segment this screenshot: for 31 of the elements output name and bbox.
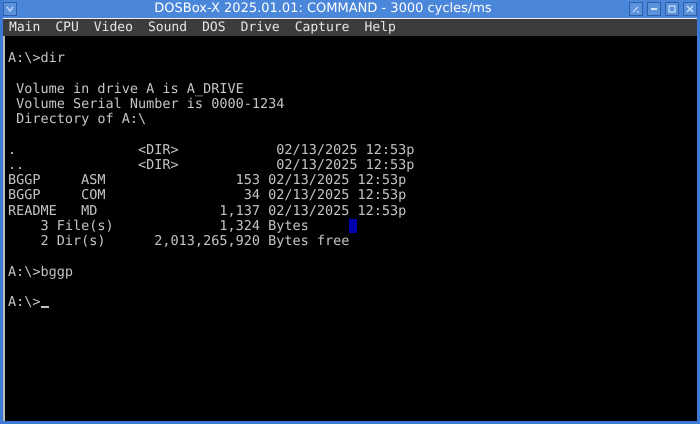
- minimize-button[interactable]: [647, 2, 661, 16]
- terminal-line: BGGP ASM 153 02/13/2025 12:53p: [8, 173, 406, 188]
- window-menu-button[interactable]: [3, 2, 17, 16]
- close-button[interactable]: [683, 2, 697, 16]
- terminal-line: A:\>dir: [8, 51, 65, 66]
- menu-item[interactable]: Drive: [240, 20, 280, 36]
- terminal-line: 3 File(s) 1,324 Bytes: [40, 218, 309, 234]
- maximize-button[interactable]: [665, 2, 679, 16]
- menu-item[interactable]: Sound: [148, 20, 188, 36]
- slash-icon: [631, 4, 641, 14]
- maximize-icon: [667, 4, 677, 14]
- terminal-line: Volume in drive A is A_DRIVE: [15, 82, 244, 96]
- terminal-line: .. <DIR> 02/13/2025 12:53p: [8, 158, 414, 173]
- menu-item[interactable]: CPU: [55, 20, 79, 36]
- chevron-down-icon: [5, 4, 15, 14]
- menu-item[interactable]: DOS: [202, 20, 226, 36]
- terminal-line: README MD 1,137 02/13/2025 12:53p: [8, 204, 406, 219]
- close-icon: [685, 4, 695, 14]
- menu-item[interactable]: Capture: [294, 20, 350, 36]
- terminal-line: Directory of A:\: [15, 112, 146, 128]
- terminal-line: . <DIR> 02/13/2025 12:53p: [8, 142, 414, 158]
- menu-item[interactable]: Video: [94, 20, 133, 36]
- terminal-line: BGGP COM 34 02/13/2025 12:53p: [8, 188, 406, 204]
- menu-item[interactable]: Help: [364, 20, 396, 36]
- menu-item[interactable]: Main: [9, 20, 40, 36]
- window-title: DOSBox-X 2025.01.01: COMMAND - 3000 cycles/ms: [153, 0, 493, 18]
- terminal-line: A:\>: [8, 295, 41, 310]
- terminal-line: A:\>bggp: [8, 264, 74, 280]
- terminal-line: Volume Serial Number is 0000-1234: [15, 96, 284, 112]
- terminal-line: 2 Dir(s) 2,013,265,920 Bytes free: [40, 234, 350, 250]
- shade-button[interactable]: [629, 2, 643, 16]
